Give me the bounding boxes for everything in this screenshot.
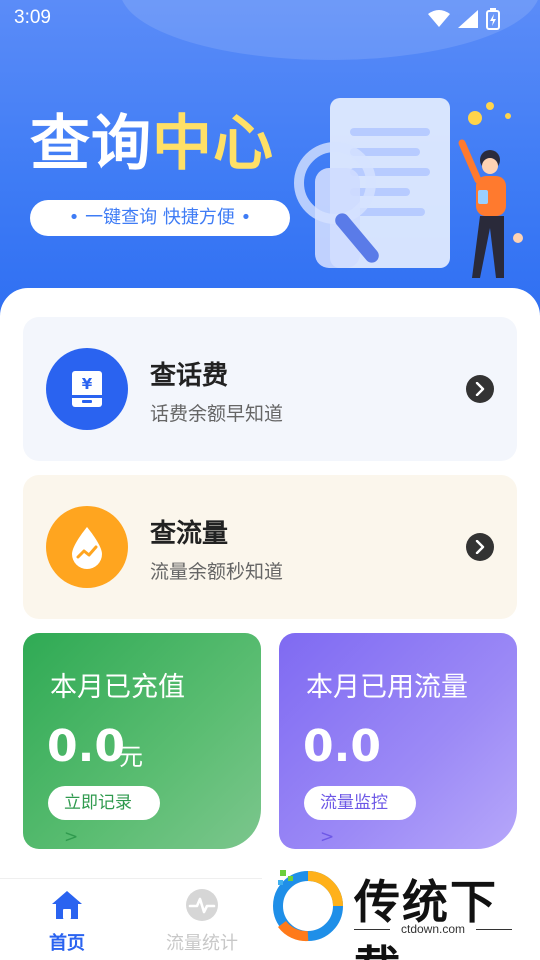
hero-title-part2: 中心 [152, 109, 274, 179]
battery-charging-icon [486, 8, 500, 30]
hero-tagline: • 一键查询 快捷方便 • [30, 200, 290, 236]
water-drop-icon [72, 527, 102, 569]
chevron-right-icon[interactable] [466, 375, 494, 403]
data-icon-circle [46, 506, 128, 588]
check-bill-card[interactable]: ¥ 查话费 话费余额早知道 [23, 317, 517, 461]
chevron-right-icon[interactable] [466, 533, 494, 561]
recharge-value: 0.0 [47, 721, 125, 772]
signal-icon [458, 10, 478, 28]
tab-data-stats[interactable]: 流量统计 [142, 887, 262, 955]
bill-icon-circle: ¥ [46, 348, 128, 430]
wifi-icon [428, 10, 450, 27]
record-now-button[interactable]: 立即记录 > [48, 786, 160, 847]
monthly-recharge-card: 本月已充值 0.0 元 立即记录 > [23, 633, 261, 849]
hero-title: 查询中心 [30, 108, 274, 180]
hero-banner: 3:09 查询中心 • 一键查询 快捷方便 • [0, 0, 540, 320]
watermark-brand: 传统下载 [354, 875, 498, 960]
status-icons [428, 8, 500, 30]
tab-home[interactable]: 首页 [7, 887, 127, 955]
data-usage-value: 0.0 [303, 721, 381, 772]
bill-card-title: 查话费 [150, 361, 229, 391]
recharge-unit: 元 [119, 743, 143, 771]
data-monitor-button[interactable]: 流量监控 > [304, 786, 416, 847]
receipt-illustration [294, 98, 523, 278]
recharge-title: 本月已充值 [50, 672, 185, 703]
bill-card-subtitle: 话费余额早知道 [150, 403, 284, 425]
yen-wallet-icon: ¥ [72, 371, 102, 407]
status-bar: 3:09 [0, 0, 540, 36]
watermark-divider [476, 929, 512, 930]
monthly-data-usage-card: 本月已用流量 0.0 流量监控 > [279, 633, 517, 849]
svg-text:¥: ¥ [82, 375, 93, 393]
home-icon [49, 887, 85, 923]
watermark-logo [273, 870, 343, 942]
check-data-card[interactable]: 查流量 流量余额秒知道 [23, 475, 517, 619]
hero-title-part1: 查询 [30, 109, 152, 179]
data-card-title: 查流量 [150, 519, 229, 549]
status-time: 3:09 [14, 7, 51, 28]
data-usage-title: 本月已用流量 [306, 672, 468, 703]
pulse-icon [184, 887, 220, 923]
data-card-subtitle: 流量余额秒知道 [150, 561, 284, 583]
watermark: 传统下载 ctdown.com [262, 858, 540, 960]
tab-data-stats-label: 流量统计 [166, 933, 238, 954]
tab-home-label: 首页 [49, 933, 85, 954]
